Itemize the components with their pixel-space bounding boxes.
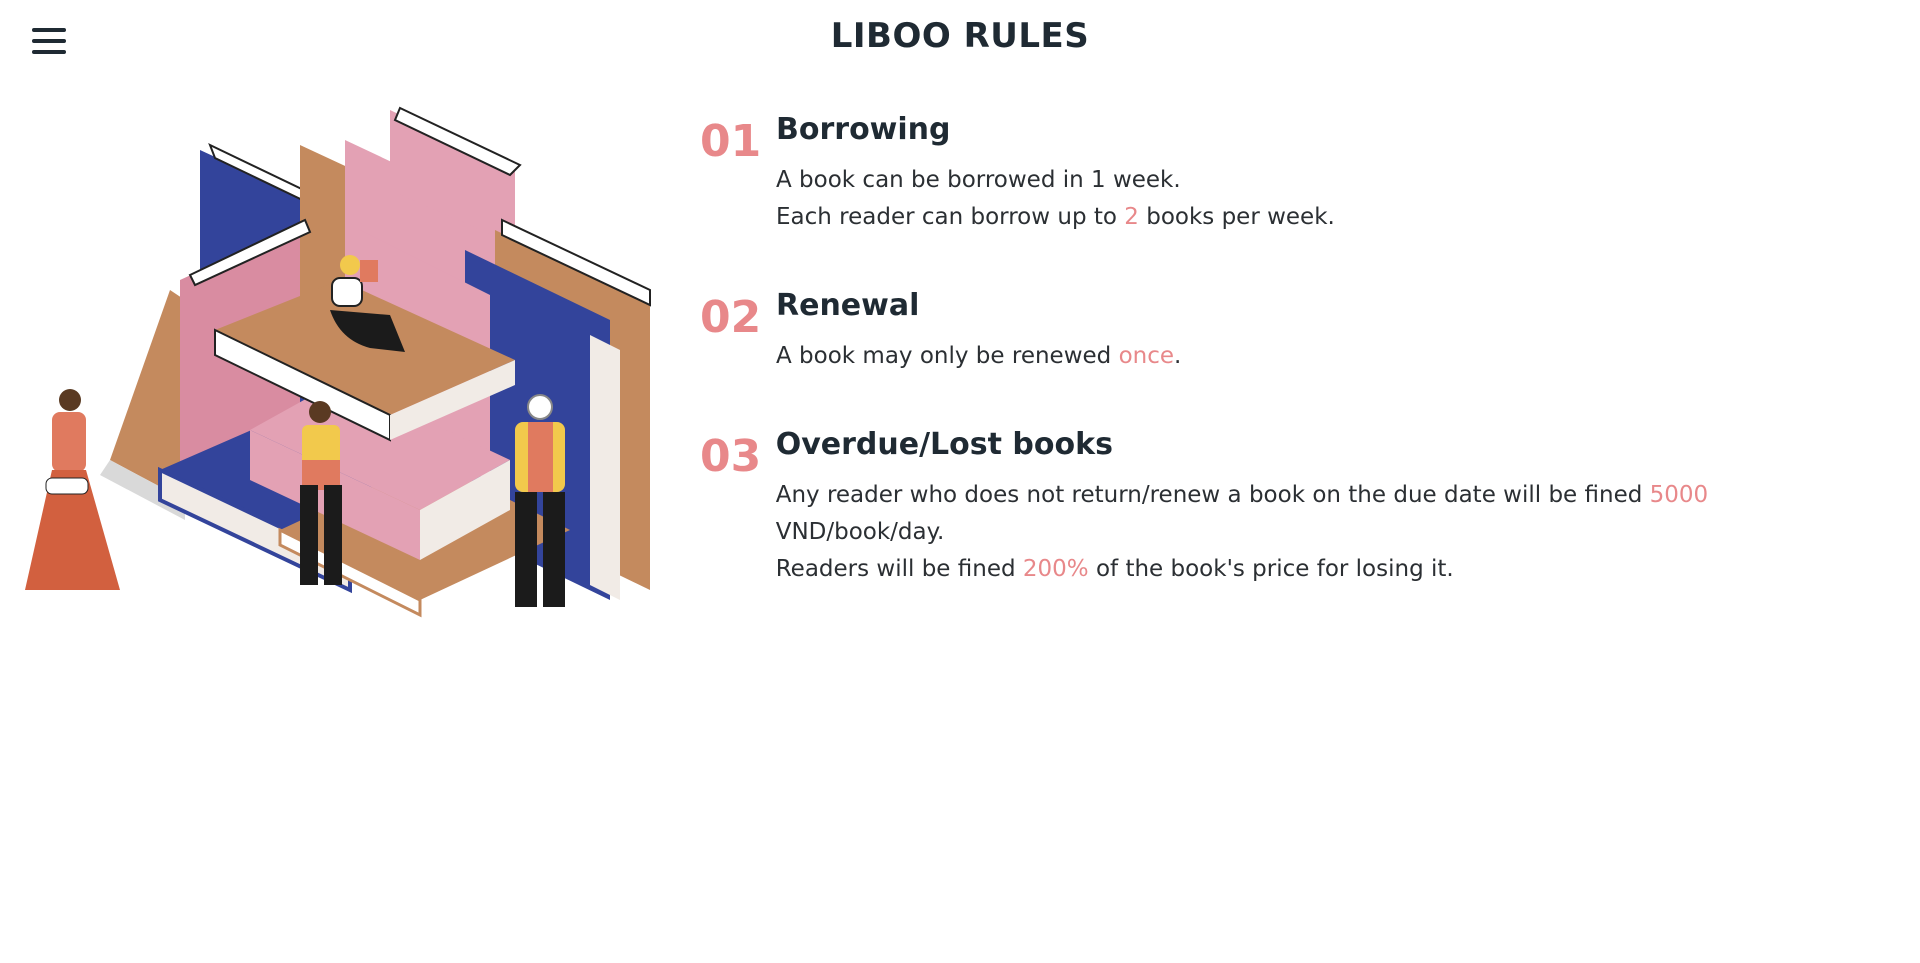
rule-text: Each reader can borrow up to xyxy=(776,204,1125,230)
rules-list: 01 Borrowing A book can be borrowed in 1… xyxy=(700,112,1880,588)
rule-text-line: A book can be borrowed in 1 week. xyxy=(776,167,1181,193)
rule-text-line: Any reader who does not return/renew a b… xyxy=(776,477,1880,551)
books-illustration xyxy=(25,106,651,618)
rule-body: Borrowing A book can be borrowed in 1 we… xyxy=(776,112,1335,236)
rule-text: Any reader who does not return/renew a b… xyxy=(775,482,1650,508)
rule-text-line: Each reader can borrow up to 2 books per… xyxy=(776,199,1335,236)
rule-number: 03 xyxy=(700,431,762,482)
rule-text: of the book's price for losing it. xyxy=(1088,556,1454,582)
page-title: LIBOO RULES xyxy=(830,16,1090,56)
rule-overdue-lost: 03 Overdue/Lost books Any reader who doe… xyxy=(700,427,1880,588)
rule-borrowing: 01 Borrowing A book can be borrowed in 1… xyxy=(700,112,1880,236)
rule-text: books per week. xyxy=(1138,204,1335,230)
rule-body: Renewal A book may only be renewed once. xyxy=(776,288,1181,375)
rule-body: Overdue/Lost books Any reader who does n… xyxy=(776,427,1880,588)
highlight-value: 200% xyxy=(1022,556,1089,582)
rule-text: . xyxy=(1174,343,1182,369)
rule-number: 01 xyxy=(700,116,762,167)
highlight-value: 2 xyxy=(1124,204,1139,230)
rule-title: Overdue/Lost books xyxy=(775,427,1113,462)
rule-text: Readers will be fined xyxy=(775,556,1023,582)
rule-text: VND/book/day. xyxy=(775,519,945,545)
rule-text: A book may only be renewed xyxy=(776,343,1119,369)
rule-number: 02 xyxy=(700,292,762,343)
highlight-value: 5000 xyxy=(1649,482,1709,508)
rule-renewal: 02 Renewal A book may only be renewed on… xyxy=(700,288,1880,375)
rule-title: Borrowing xyxy=(776,112,951,147)
rule-text-line: Readers will be fined 200% of the book's… xyxy=(776,551,1880,588)
highlight-value: once xyxy=(1118,343,1175,369)
rule-text-line: A book may only be renewed once. xyxy=(776,338,1181,375)
rule-title: Renewal xyxy=(776,288,920,323)
